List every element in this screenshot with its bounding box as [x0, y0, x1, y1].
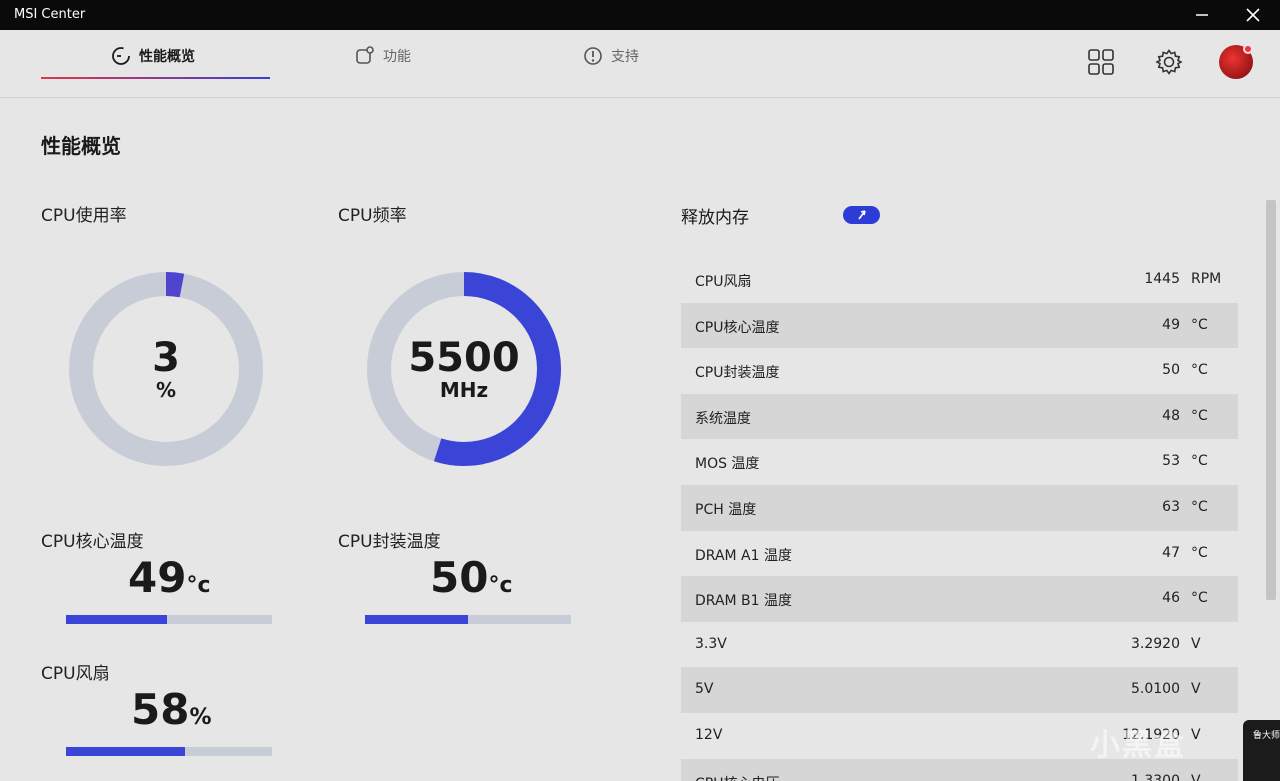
sensor-unit: °C — [1191, 453, 1208, 470]
sensor-row: DRAM B1 温度 46 °C — [681, 576, 1238, 622]
tab-overview[interactable]: 性能概览 — [111, 44, 195, 68]
cpu-fan-bar — [66, 747, 272, 756]
cpu-fan-bar-fill — [66, 747, 186, 756]
sensor-name: DRAM A1 温度 — [695, 547, 792, 564]
sensor-name: CPU风扇 — [695, 274, 752, 290]
tab-support-label: 支持 — [611, 49, 639, 65]
cpu-freq-unit: MHz — [439, 378, 489, 402]
sensor-name: DRAM B1 温度 — [695, 593, 793, 610]
sensor-row: 3.3V 3.2920 V — [681, 622, 1238, 668]
cpu-usage-unit: % — [155, 378, 177, 402]
cpu-core-temp-bar — [66, 615, 272, 624]
page-title: 性能概览 — [41, 134, 121, 158]
sensor-value: 47 — [1162, 544, 1180, 561]
sensor-row: CPU核心温度 49 °C — [681, 302, 1238, 349]
cpu-pkg-temp-label: CPU封装温度 — [338, 532, 441, 552]
sensor-value: 53 — [1162, 453, 1180, 470]
sensor-row: 5V 5.0100 V — [681, 667, 1238, 713]
cpu-fan-unit: % — [189, 705, 212, 730]
settings-button[interactable] — [1155, 48, 1183, 76]
notification-dot — [1243, 44, 1253, 54]
cpu-freq-label: CPU频率 — [338, 206, 407, 226]
sensor-name: 3.3V — [695, 635, 727, 652]
cpu-fan-label: CPU风扇 — [41, 664, 110, 684]
sensor-unit: °C — [1191, 498, 1208, 515]
cpu-core-temp-unit: °c — [186, 573, 211, 598]
sensor-row: 系统温度 48 °C — [681, 393, 1238, 440]
sensor-unit: °C — [1191, 590, 1208, 607]
sensor-name: CPU核心电压 — [695, 773, 779, 781]
scrollbar[interactable] — [1266, 200, 1276, 600]
sensor-name: PCH 温度 — [695, 501, 757, 518]
cpu-core-temp-label: CPU核心温度 — [41, 532, 144, 552]
sensor-unit: °C — [1191, 362, 1208, 379]
sensor-name: CPU核心温度 — [695, 319, 780, 336]
support-icon — [583, 46, 603, 66]
cpu-core-temp-bar-fill — [66, 615, 167, 624]
sensor-table: CPU风扇 1445 RPM CPU核心温度 49 °C CPU封装温度 50 °C 系统温度 48… — [681, 257, 1238, 781]
close-icon — [1246, 8, 1260, 22]
cpu-core-temp-readout: 49°c — [128, 553, 211, 602]
sensor-name: CPU封装温度 — [695, 365, 780, 382]
cpu-usage-value: 3 — [152, 335, 180, 381]
sensor-value: 49 — [1162, 316, 1180, 333]
gear-icon — [1155, 49, 1183, 75]
corner-badge: 鲁大师 — [1243, 720, 1280, 781]
dashboard-icon — [111, 46, 131, 66]
sensor-value: 63 — [1162, 498, 1180, 515]
tab-features-label: 功能 — [383, 49, 411, 65]
cpu-pkg-temp-readout: 50°c — [430, 553, 513, 602]
cpu-fan-value: 58 — [131, 685, 190, 734]
watermark: 小黑盒 — [1090, 728, 1186, 763]
nav-bar: 性能概览 功能 支持 — [0, 30, 1280, 98]
rocket-icon — [857, 210, 866, 220]
app-title: MSI Center — [14, 7, 86, 22]
sensor-row: MOS 温度 53 °C — [681, 439, 1238, 485]
sensor-unit: V — [1191, 681, 1201, 698]
sensor-value: 48 — [1162, 407, 1180, 424]
app-grid-button[interactable] — [1087, 48, 1115, 76]
sensor-value: 1.3300 — [1131, 772, 1180, 781]
sensor-value: 5.0100 — [1131, 681, 1180, 698]
sensor-row: PCH 温度 63 °C — [681, 484, 1238, 531]
sensor-value: 1445 — [1144, 271, 1180, 287]
cpu-fan-readout: 58% — [131, 685, 212, 734]
grid-icon — [1088, 49, 1114, 75]
sensor-name: 12V — [695, 726, 723, 743]
sensor-unit: RPM — [1191, 271, 1222, 287]
cpu-pkg-temp-bar-fill — [365, 615, 468, 624]
release-memory-button[interactable] — [843, 206, 880, 224]
sensor-row: CPU封装温度 50 °C — [681, 348, 1238, 394]
sensor-row: DRAM A1 温度 47 °C — [681, 531, 1238, 577]
cpu-usage-label: CPU使用率 — [41, 206, 127, 226]
close-button[interactable] — [1230, 0, 1276, 30]
sensor-row: CPU风扇 1445 RPM — [681, 257, 1238, 303]
sensor-name: MOS 温度 — [695, 456, 760, 473]
tab-features[interactable]: 功能 — [355, 44, 411, 68]
tab-overview-label: 性能概览 — [139, 49, 195, 65]
sensor-unit: V — [1191, 635, 1201, 652]
sensor-value: 3.2920 — [1131, 635, 1180, 652]
release-memory-label: 释放内存 — [681, 208, 749, 228]
features-icon — [355, 46, 375, 66]
cpu-freq-value: 5500 — [408, 335, 520, 381]
sensor-unit: V — [1191, 772, 1201, 781]
sensor-unit: °C — [1191, 316, 1208, 333]
cpu-core-temp-value: 49 — [128, 553, 187, 602]
sensor-name: 系统温度 — [695, 410, 751, 427]
sensor-unit: °C — [1191, 544, 1208, 561]
minimize-button[interactable] — [1179, 0, 1225, 30]
title-bar: MSI Center — [0, 0, 1280, 30]
sensor-value: 46 — [1162, 590, 1180, 607]
cpu-pkg-temp-bar — [365, 615, 571, 624]
sensor-unit: V — [1191, 726, 1201, 743]
minimize-icon — [1196, 14, 1208, 16]
cpu-pkg-temp-value: 50 — [430, 553, 489, 602]
tab-support[interactable]: 支持 — [583, 44, 639, 68]
sensor-unit: °C — [1191, 407, 1208, 424]
sensor-value: 50 — [1162, 362, 1180, 379]
active-tab-indicator — [41, 77, 270, 79]
sensor-name: 5V — [695, 681, 714, 698]
cpu-pkg-temp-unit: °c — [488, 573, 513, 598]
